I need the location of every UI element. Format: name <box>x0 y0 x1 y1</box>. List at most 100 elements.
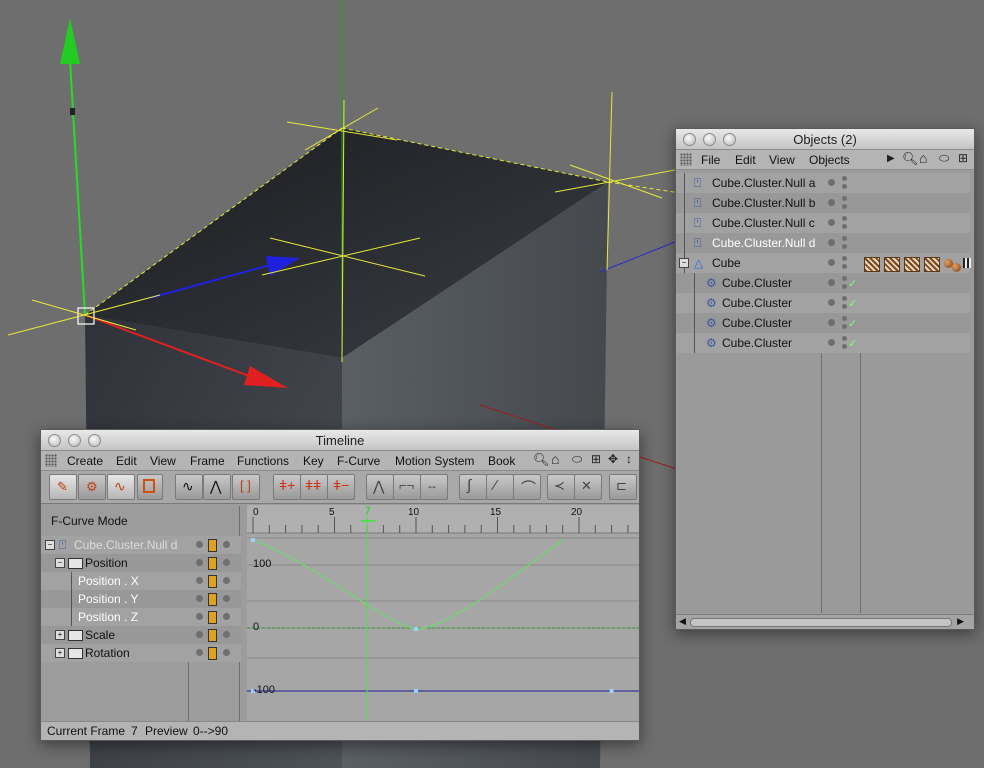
render-visibility-dot[interactable] <box>842 276 847 281</box>
collapse-toggle-icon[interactable]: − <box>55 558 65 568</box>
ease-inout-button[interactable]: ∫ <box>459 474 487 500</box>
home-icon[interactable]: ⌂ <box>551 452 559 466</box>
objects-window[interactable]: Objects (2) File Edit View Objects ▶ 🔍︎ … <box>675 128 975 630</box>
keyframe-mode-button[interactable]: ✎ <box>49 474 77 500</box>
render-visibility-dot[interactable] <box>842 244 847 249</box>
collapse-toggle-icon[interactable]: − <box>679 258 689 268</box>
keyframe-film-icon[interactable] <box>208 575 217 588</box>
add-key-button[interactable]: ǂ+ <box>273 474 301 500</box>
render-visibility-dot[interactable] <box>842 304 847 309</box>
track-row[interactable]: Position . X <box>41 572 241 590</box>
tangent-flat-button[interactable]: ↔ <box>420 474 448 500</box>
editor-visibility-dot[interactable] <box>828 179 835 186</box>
track-visibility-dot[interactable] <box>196 595 203 602</box>
curve-snap-button[interactable]: ⋀ <box>203 474 231 500</box>
collapse-toggle-icon[interactable]: + <box>55 630 65 640</box>
keyframe-film-icon[interactable] <box>208 629 217 642</box>
editor-visibility-dot[interactable] <box>828 339 835 346</box>
track-row[interactable]: + Scale <box>41 626 241 644</box>
enabled-check-icon[interactable]: ✓ <box>848 277 857 290</box>
render-visibility-dot[interactable] <box>842 344 847 349</box>
menu-objects[interactable]: Objects <box>809 153 850 167</box>
track-row[interactable]: − Position <box>41 554 241 572</box>
object-row[interactable]: − △ Cube <box>676 253 971 273</box>
render-visibility-dot[interactable] <box>842 196 847 201</box>
enabled-check-icon[interactable]: ✓ <box>848 317 857 330</box>
object-row[interactable]: ⍞ Cube.Cluster.Null a <box>676 173 970 193</box>
fcurve-mode-button[interactable]: ∿ <box>107 474 135 500</box>
phong-tag-icon[interactable] <box>963 258 971 268</box>
track-lock-dot[interactable] <box>223 631 230 638</box>
render-visibility-dot[interactable] <box>842 184 847 189</box>
expand-arrow-icon[interactable]: ▶ <box>887 154 895 164</box>
track-row[interactable]: + Rotation <box>41 644 241 662</box>
menu-edit[interactable]: Edit <box>735 153 756 167</box>
render-visibility-dot[interactable] <box>842 236 847 241</box>
unify-tangent-button[interactable]: ✕ <box>574 474 602 500</box>
object-row[interactable]: ⚙ Cube.Cluster ✓ <box>676 293 970 313</box>
remove-key-button[interactable]: ǂ− <box>327 474 355 500</box>
track-lock-dot[interactable] <box>223 577 230 584</box>
editor-visibility-dot[interactable] <box>828 239 835 246</box>
menu-fcurve[interactable]: F-Curve <box>337 454 380 468</box>
editor-visibility-dot[interactable] <box>828 259 835 266</box>
editor-visibility-dot[interactable] <box>828 279 835 286</box>
eye-icon[interactable]: ⬭ <box>939 152 949 164</box>
track-visibility-dot[interactable] <box>196 559 203 566</box>
collapse-toggle-icon[interactable]: − <box>45 540 55 550</box>
render-visibility-dot[interactable] <box>842 284 847 289</box>
editor-visibility-dot[interactable] <box>828 319 835 326</box>
move-icon[interactable]: ✥ <box>608 453 618 465</box>
timeline-titlebar[interactable]: Timeline <box>41 430 639 451</box>
render-visibility-dot[interactable] <box>842 224 847 229</box>
render-visibility-dot[interactable] <box>842 256 847 261</box>
pause-button[interactable] <box>137 474 163 500</box>
render-visibility-dot[interactable] <box>842 176 847 181</box>
object-row[interactable]: ⍞ Cube.Cluster.Null c <box>676 213 970 233</box>
timeline-window[interactable]: Timeline Create Edit View Frame Function… <box>40 429 640 741</box>
track-row[interactable]: Position . Y <box>41 590 241 608</box>
menu-frame[interactable]: Frame <box>190 454 225 468</box>
add-keys-button[interactable]: ǂǂ <box>300 474 328 500</box>
object-row[interactable]: ⍞ Cube.Cluster.Null d <box>676 233 970 253</box>
track-visibility-dot[interactable] <box>196 613 203 620</box>
grip-icon[interactable] <box>680 153 692 166</box>
grip-icon[interactable] <box>45 454 57 467</box>
tangent-step-button[interactable]: ⌐¬ <box>393 474 421 500</box>
objects-hscrollbar[interactable]: ◀ ▶ <box>676 614 974 629</box>
menu-motion-system[interactable]: Motion System <box>395 454 474 468</box>
menu-view[interactable]: View <box>150 454 176 468</box>
ease-out-button[interactable]: ⌒ <box>513 474 541 500</box>
fcurve-graph[interactable]: 0 5 10 15 20 7 100 0 -100 <box>247 505 639 722</box>
render-visibility-dot[interactable] <box>842 336 847 341</box>
track-visibility-dot[interactable] <box>196 577 203 584</box>
keyframe-film-icon[interactable] <box>208 539 217 552</box>
break-tangent-button[interactable]: ≺ <box>547 474 575 500</box>
motion-mode-button[interactable]: ⚙ <box>78 474 106 500</box>
editor-visibility-dot[interactable] <box>828 219 835 226</box>
track-lock-dot[interactable] <box>223 559 230 566</box>
current-frame-marker[interactable]: 7 <box>365 505 371 517</box>
enabled-check-icon[interactable]: ✓ <box>848 297 857 310</box>
enabled-check-icon[interactable]: ✓ <box>848 337 857 350</box>
home-icon[interactable]: ⌂ <box>919 151 927 165</box>
frame-range-button[interactable]: [ ] <box>232 474 260 500</box>
eye-icon[interactable]: ⬭ <box>572 453 582 465</box>
search-icon[interactable]: 🔍︎ <box>533 453 550 466</box>
track-visibility-dot[interactable] <box>196 541 203 548</box>
material-tag-icon[interactable] <box>864 257 880 272</box>
render-visibility-dot[interactable] <box>842 324 847 329</box>
track-lock-dot[interactable] <box>223 541 230 548</box>
material-tag-icon[interactable] <box>924 257 940 272</box>
track-lock-dot[interactable] <box>223 649 230 656</box>
object-row[interactable]: ⚙ Cube.Cluster ✓ <box>676 273 970 293</box>
keyframe-film-icon[interactable] <box>208 593 217 606</box>
editor-visibility-dot[interactable] <box>828 199 835 206</box>
keyframe-film-icon[interactable] <box>208 611 217 624</box>
menu-create[interactable]: Create <box>67 454 103 468</box>
menu-edit[interactable]: Edit <box>116 454 137 468</box>
material-tag-icon[interactable] <box>884 257 900 272</box>
track-row[interactable]: − ⍞ Cube.Cluster.Null d <box>41 536 241 554</box>
object-row[interactable]: ⍞ Cube.Cluster.Null b <box>676 193 970 213</box>
menu-key[interactable]: Key <box>303 454 324 468</box>
